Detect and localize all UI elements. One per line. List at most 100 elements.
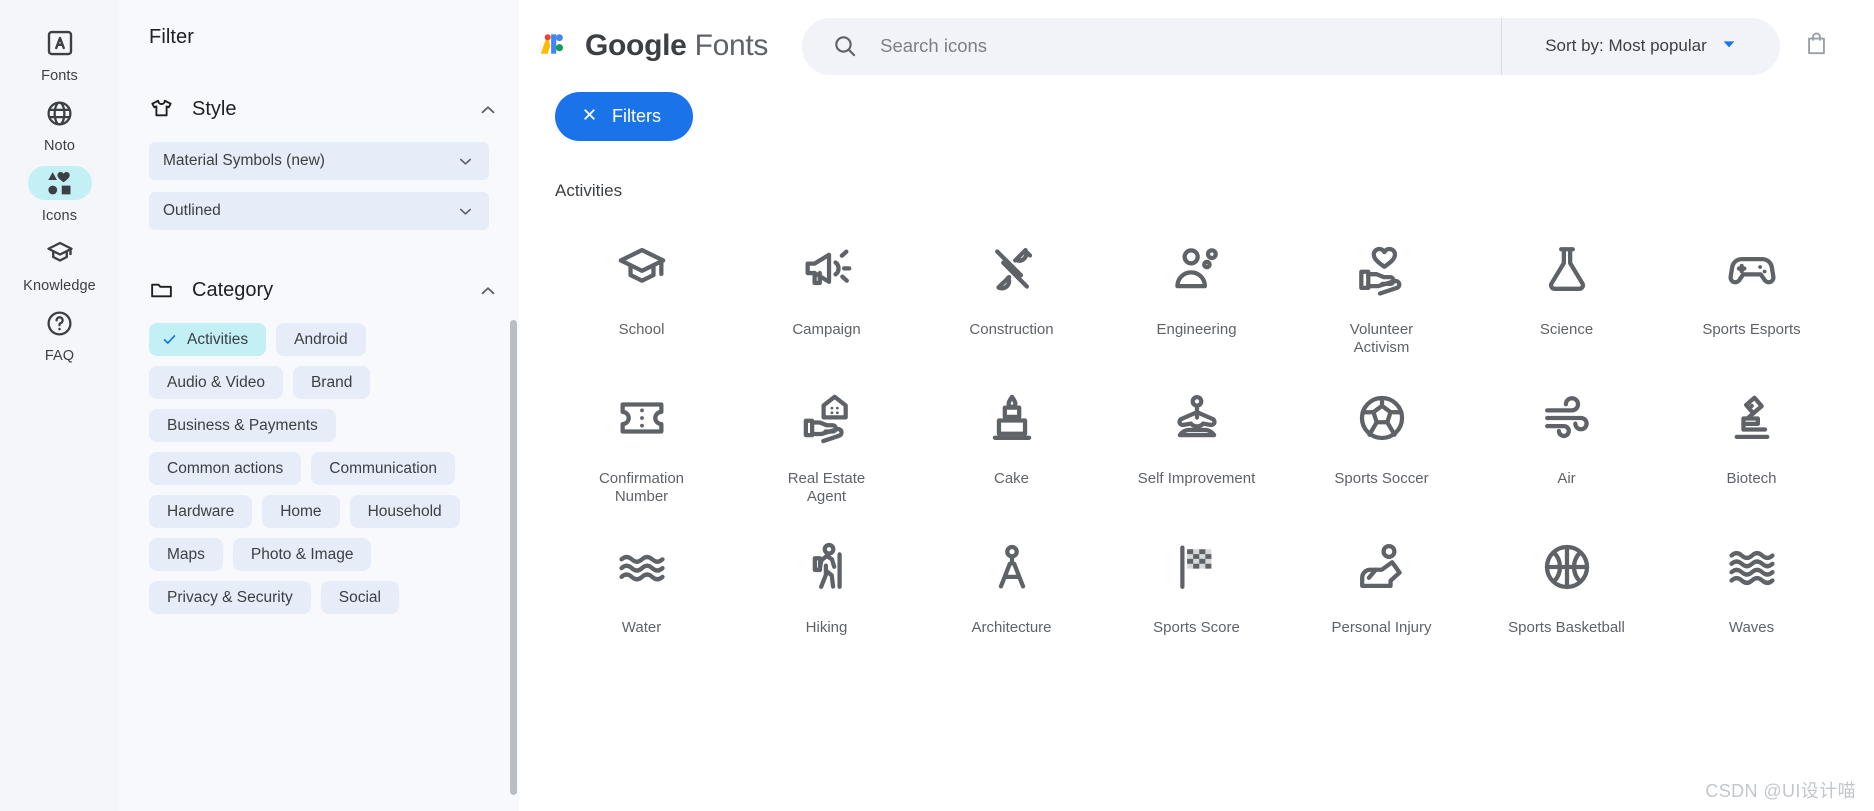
filter-panel: Filter Style Material Symbols (new) Outl… xyxy=(119,0,519,811)
shopping-cart-button[interactable] xyxy=(1780,30,1852,62)
hiking-icon xyxy=(800,537,854,597)
category-chip-label: Privacy & Security xyxy=(167,588,293,606)
category-chip[interactable]: Maps xyxy=(149,538,223,571)
icon-tile[interactable]: Construction xyxy=(919,229,1104,356)
icon-tile-label: Volunteer Activism xyxy=(1349,321,1414,356)
volunteer-activism-icon xyxy=(1355,239,1409,299)
category-chip[interactable]: Activities xyxy=(149,323,267,356)
app-root: Fonts Noto Icons Knowledge FAQ Filter St… xyxy=(0,0,1874,811)
filter-panel-title: Filter xyxy=(149,26,195,48)
category-section-label: Category xyxy=(192,279,274,301)
icon-tile[interactable]: Sports Esports xyxy=(1659,229,1844,356)
icon-tile[interactable]: Architecture xyxy=(919,527,1104,637)
category-chip-list: Activities Android Audio & Video Brand Busin… xyxy=(119,323,519,614)
icon-tile[interactable]: Biotech xyxy=(1659,378,1844,505)
sports-basketball-icon xyxy=(1540,537,1594,597)
category-chip-label: Activities xyxy=(187,330,249,348)
shopping-bag-icon xyxy=(1803,30,1830,62)
sidebar-item-label: FAQ xyxy=(44,348,75,364)
style-family-value: Material Symbols (new) xyxy=(163,152,325,169)
category-chip[interactable]: Common actions xyxy=(149,452,302,485)
icon-tile[interactable]: Water xyxy=(549,527,734,637)
icon-tile-label: Self Improvement xyxy=(1137,470,1256,488)
water-icon xyxy=(615,537,669,597)
category-chip[interactable]: Communication xyxy=(311,452,455,485)
category-chip-label: Common actions xyxy=(167,459,284,477)
icon-tile-label: Sports Esports xyxy=(1702,321,1801,338)
category-chip[interactable]: Social xyxy=(320,581,399,614)
sidebar-item-label: Fonts xyxy=(41,68,78,84)
category-chip-label: Communication xyxy=(329,459,437,477)
air-icon xyxy=(1540,388,1594,448)
category-chip[interactable]: Audio & Video xyxy=(149,366,283,399)
icon-tile[interactable]: Cake xyxy=(919,378,1104,505)
style-family-select[interactable]: Material Symbols (new) xyxy=(149,142,489,180)
chevron-down-icon xyxy=(456,152,475,171)
sidebar-item-icons[interactable]: Icons xyxy=(10,162,110,226)
chevron-up-icon[interactable] xyxy=(477,99,499,121)
chevron-down-icon xyxy=(1721,36,1737,57)
style-section-header[interactable]: Style xyxy=(119,97,519,122)
category-chip[interactable]: Photo & Image xyxy=(232,538,372,571)
style-variant-select[interactable]: Outlined xyxy=(149,192,489,230)
icon-tile[interactable]: School xyxy=(549,229,734,356)
category-chip[interactable]: Business & Payments xyxy=(149,409,336,442)
search-input[interactable] xyxy=(878,34,1501,58)
category-chip-label: Social xyxy=(338,588,381,606)
icon-tile[interactable]: Sports Basketball xyxy=(1474,527,1659,637)
icon-tile[interactable]: Sports Score xyxy=(1104,527,1289,637)
globe-icon xyxy=(28,96,92,130)
sports-score-icon xyxy=(1170,537,1224,597)
sidebar-item-fonts[interactable]: Fonts xyxy=(10,22,110,86)
category-chip-label: Home xyxy=(280,502,322,520)
icon-tile[interactable]: Air xyxy=(1474,378,1659,505)
google-fonts-brand[interactable]: Google Fonts xyxy=(537,27,768,66)
filters-button[interactable]: Filters xyxy=(555,92,693,141)
icon-tile[interactable]: Sports Soccer xyxy=(1289,378,1474,505)
help-circle-icon xyxy=(28,306,92,340)
icon-tile[interactable]: Science xyxy=(1474,229,1659,356)
icon-tile[interactable]: Campaign xyxy=(734,229,919,356)
filter-panel-scrollbar[interactable] xyxy=(510,320,517,795)
category-chip-label: Household xyxy=(367,502,442,520)
brand-fonts-word: Fonts xyxy=(694,29,769,62)
sidebar-item-faq[interactable]: FAQ xyxy=(10,302,110,366)
sidebar-item-knowledge[interactable]: Knowledge xyxy=(10,232,110,296)
style-section-label: Style xyxy=(192,98,237,120)
icon-tile[interactable]: Volunteer Activism xyxy=(1289,229,1474,356)
chevron-up-icon[interactable] xyxy=(477,280,499,302)
category-chip[interactable]: Hardware xyxy=(149,495,253,528)
icon-tile[interactable]: Confirmation Number xyxy=(549,378,734,505)
icon-grid: School Campaign Construction Engineering Vol… xyxy=(519,229,1874,637)
sidebar-item-label: Knowledge xyxy=(23,278,96,294)
icon-tile[interactable]: Real Estate Agent xyxy=(734,378,919,505)
icon-tile[interactable]: Personal Injury xyxy=(1289,527,1474,637)
icon-tile[interactable]: Waves xyxy=(1659,527,1844,637)
icon-tile[interactable]: Hiking xyxy=(734,527,919,637)
sort-dropdown[interactable]: Sort by: Most popular xyxy=(1501,17,1780,75)
category-chip-label: Android xyxy=(294,330,348,348)
icon-tile-label: Sports Score xyxy=(1153,619,1240,637)
waves-icon xyxy=(1725,537,1779,597)
category-chip[interactable]: Home xyxy=(262,495,340,528)
search-bar[interactable] xyxy=(802,17,1501,75)
real-estate-agent-icon xyxy=(800,388,854,448)
icon-tile[interactable]: Engineering xyxy=(1104,229,1289,356)
category-section-header[interactable]: Category xyxy=(119,278,519,303)
category-chip[interactable]: Android xyxy=(276,323,366,356)
sidebar-item-noto[interactable]: Noto xyxy=(10,92,110,156)
category-chip[interactable]: Brand xyxy=(292,366,371,399)
icon-tile-label: Real Estate Agent xyxy=(787,470,866,505)
sports-soccer-icon xyxy=(1355,388,1409,448)
icon-tile[interactable]: Self Improvement xyxy=(1104,378,1289,505)
category-chip[interactable]: Privacy & Security xyxy=(149,581,311,614)
folder-icon xyxy=(149,278,174,303)
check-icon xyxy=(161,331,178,348)
icon-tile-label: Personal Injury xyxy=(1331,619,1432,637)
engineering-icon xyxy=(1170,239,1224,299)
confirmation-number-icon xyxy=(615,388,669,448)
shapes-icon xyxy=(27,166,92,200)
icon-tile-label: Water xyxy=(621,619,662,637)
category-chip[interactable]: Household xyxy=(349,495,460,528)
